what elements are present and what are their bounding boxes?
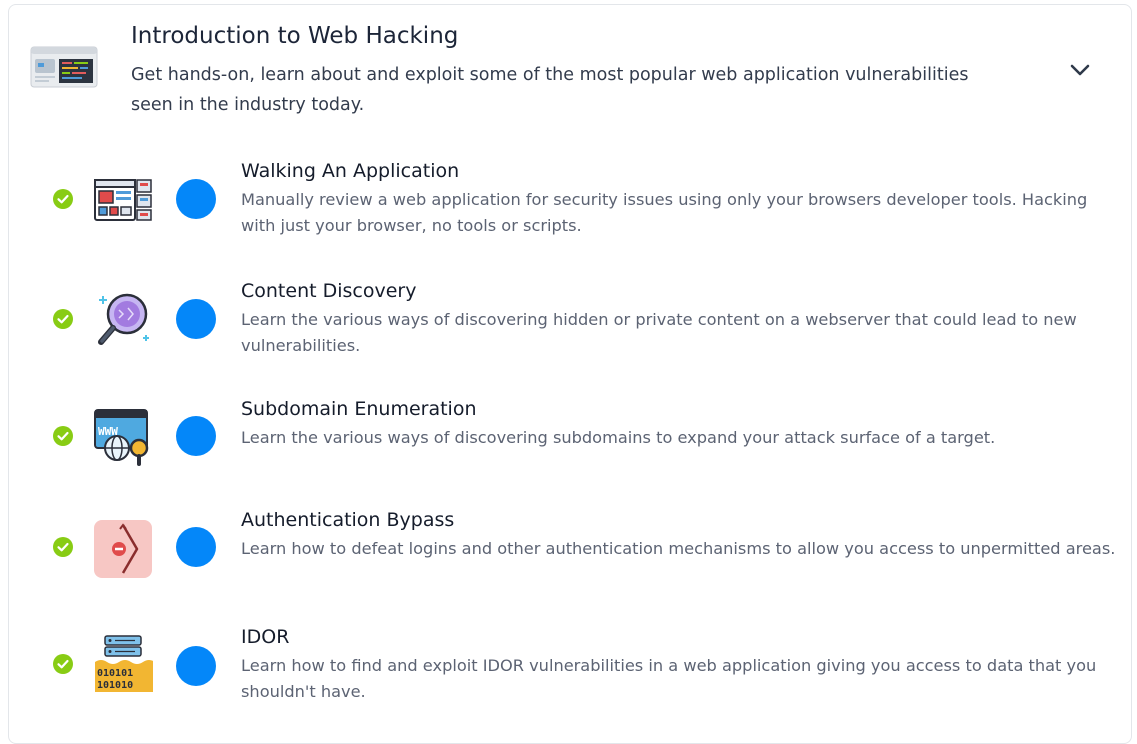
room-title[interactable]: Authentication Bypass bbox=[241, 509, 454, 531]
room-item-walking-an-application[interactable]: Walking An Application Manually review a… bbox=[9, 145, 1133, 245]
server-binary-icon: 010101 101010 bbox=[95, 635, 153, 692]
room-item-idor[interactable]: 010101 101010 IDOR Learn how to find and… bbox=[9, 620, 1133, 720]
module-title: Introduction to Web Hacking bbox=[131, 23, 459, 49]
check-circle-icon bbox=[53, 654, 73, 674]
bypass-arrow-icon bbox=[94, 520, 152, 578]
room-description: Learn how to find and exploit IDOR vulne… bbox=[241, 656, 1097, 701]
progress-dot bbox=[176, 527, 216, 567]
check-circle-icon bbox=[53, 309, 73, 329]
room-title[interactable]: Content Discovery bbox=[241, 280, 416, 302]
room-title[interactable]: Subdomain Enumeration bbox=[241, 398, 477, 420]
check-circle-icon bbox=[53, 426, 73, 446]
progress-dot bbox=[176, 179, 216, 219]
room-description: Learn how to defeat logins and other aut… bbox=[241, 539, 1116, 558]
module-description: Get hands-on, learn about and exploit so… bbox=[131, 65, 969, 115]
web-application-layout-icon bbox=[94, 179, 152, 221]
code-screen-icon bbox=[30, 46, 98, 88]
room-title[interactable]: IDOR bbox=[241, 626, 289, 648]
progress-dot bbox=[176, 416, 216, 456]
room-item-subdomain-enumeration[interactable]: WWW Subdomain Enumeration Learn the vari… bbox=[9, 394, 1133, 494]
room-item-authentication-bypass[interactable]: Authentication Bypass Learn how to defea… bbox=[9, 505, 1133, 605]
chevron-down-icon[interactable] bbox=[1067, 57, 1093, 83]
module-header[interactable]: Introduction to Web Hacking Get hands-on… bbox=[9, 5, 1133, 125]
room-description: Learn the various ways of discovering su… bbox=[241, 428, 996, 447]
svg-text:101010: 101010 bbox=[97, 680, 133, 691]
module-card: Introduction to Web Hacking Get hands-on… bbox=[8, 4, 1132, 744]
room-title[interactable]: Walking An Application bbox=[241, 160, 459, 182]
check-circle-icon bbox=[53, 189, 73, 209]
check-circle-icon bbox=[53, 537, 73, 557]
room-description: Learn the various ways of discovering hi… bbox=[241, 310, 1077, 355]
room-description: Manually review a web application for se… bbox=[241, 190, 1088, 235]
room-item-content-discovery[interactable]: Content Discovery Learn the various ways… bbox=[9, 265, 1133, 365]
magnifying-glass-icon bbox=[98, 293, 149, 345]
svg-text:010101: 010101 bbox=[97, 668, 133, 679]
progress-dot bbox=[176, 646, 216, 686]
www-globe-search-icon: WWW bbox=[94, 409, 149, 466]
progress-dot bbox=[176, 299, 216, 339]
